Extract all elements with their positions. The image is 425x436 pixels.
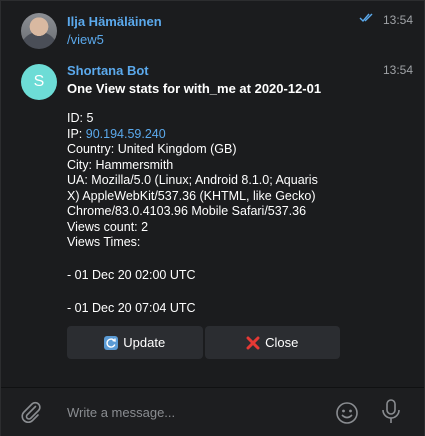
cross-icon (246, 336, 260, 349)
user-avatar[interactable] (21, 13, 57, 49)
close-button-label: Close (265, 335, 299, 350)
stat-id: ID: 5 (67, 111, 94, 125)
ip-label: IP: (67, 126, 86, 141)
view-time-1: - 01 Dec 20 02:00 UTC (67, 268, 196, 282)
stat-views-count: Views count: 2 (67, 219, 149, 234)
chat-window: Ilja Hämäläinen 13:54 /view5 S Shortana … (0, 0, 425, 436)
bot-message-title: One View stats for with_me at 2020-12-01 (67, 81, 322, 96)
bot-sender-name[interactable]: Shortana Bot (67, 63, 149, 78)
update-button[interactable]: Update (67, 326, 203, 359)
inline-keyboard: Update Close (67, 326, 340, 359)
microphone-icon[interactable] (381, 399, 401, 425)
stat-views-times: Views Times: (67, 235, 141, 249)
update-button-label: Update (123, 335, 166, 350)
stat-city: City: Hammersmith (67, 157, 174, 172)
stat-country: Country: United Kingdom (GB) (67, 142, 237, 156)
user-sender-name[interactable]: Ilja Hämäläinen (67, 14, 162, 29)
refresh-icon (104, 335, 119, 350)
bot-message-body: ID: 5 IP: 90.194.59.240 Country: United … (67, 111, 357, 317)
ip-link[interactable]: 90.194.59.240 (86, 127, 166, 141)
view-time-2: - 01 Dec 20 07:04 UTC (67, 301, 196, 315)
close-button[interactable]: Close (204, 326, 340, 359)
message-input[interactable]: Write a message... (67, 405, 175, 420)
double-check-icon (359, 13, 373, 23)
bot-avatar[interactable]: S (21, 64, 57, 100)
user-command-link[interactable]: /view5 (67, 32, 104, 47)
user-message-time: 13:54 (382, 13, 413, 27)
stat-ua-line-1: UA: Mozilla/5.0 (Linux; Android 8.1.0; A… (67, 173, 318, 187)
bot-message-time: 13:54 (382, 63, 413, 77)
message-composer: Write a message... (1, 387, 424, 436)
stat-ua-line-3: Chrome/83.0.4103.96 Mobile Safari/537.36 (67, 204, 307, 218)
paperclip-icon[interactable] (19, 400, 43, 424)
stat-ua-line-2: X) AppleWebKit/537.36 (KHTML, like Gecko… (67, 188, 316, 203)
stat-ip: IP: 90.194.59.240 (67, 127, 357, 143)
emoji-icon[interactable] (335, 401, 359, 425)
